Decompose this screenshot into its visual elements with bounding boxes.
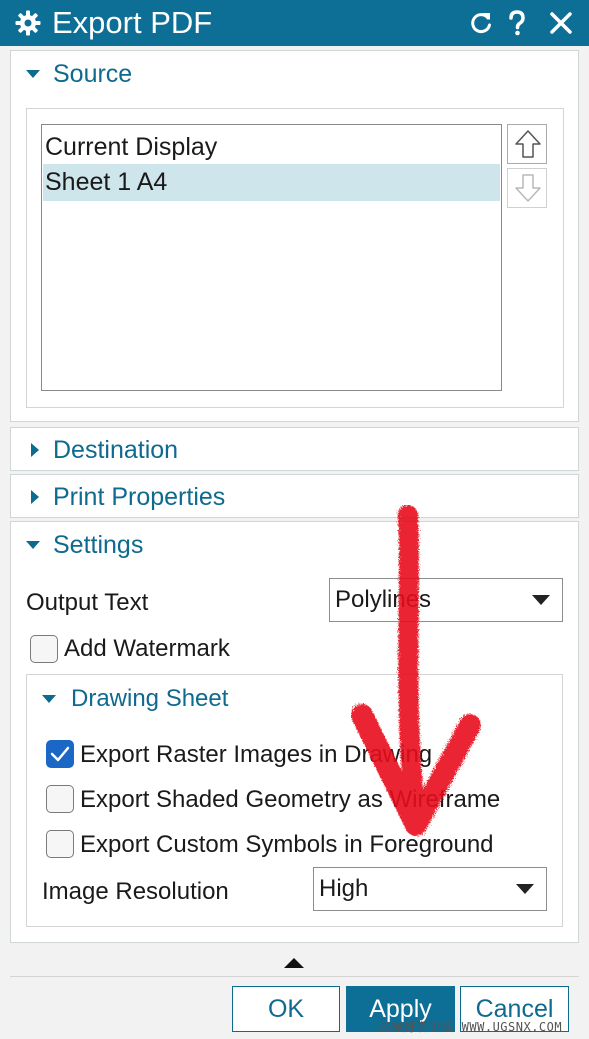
gear-icon[interactable] (14, 9, 42, 37)
print-properties-header-label: Print Properties (53, 483, 226, 511)
annotation-arrow-icon (351, 505, 481, 836)
footer-divider (10, 976, 579, 977)
chevron-down-icon (532, 595, 550, 605)
move-down-button[interactable] (507, 168, 547, 208)
list-item-selected[interactable]: Sheet 1 A4 (43, 164, 500, 201)
add-watermark-checkbox[interactable] (30, 635, 58, 663)
move-up-button[interactable] (507, 124, 547, 164)
expand-triangle-icon (31, 443, 39, 457)
close-icon[interactable] (547, 9, 575, 37)
expand-triangle-icon (31, 490, 39, 504)
arrow-up-icon (515, 130, 541, 158)
reset-icon[interactable] (467, 9, 495, 37)
watermark-text: UG爱好者论坛 WWW.UGSNX.COM (376, 1020, 563, 1034)
export-custom-checkbox[interactable] (46, 830, 74, 858)
source-header-label: Source (53, 60, 133, 88)
settings-header-label: Settings (53, 531, 144, 559)
collapse-triangle-icon (26, 70, 40, 78)
source-header[interactable]: Source (11, 54, 578, 94)
window-title: Export PDF (52, 5, 213, 40)
destination-header-label: Destination (53, 436, 179, 464)
collapse-up-icon[interactable] (283, 957, 305, 969)
drawing-sheet-header-label: Drawing Sheet (71, 685, 229, 712)
add-watermark-label: Add Watermark (64, 635, 230, 662)
collapse-triangle-icon (26, 541, 40, 549)
destination-header[interactable]: Destination (11, 430, 578, 470)
collapse-triangle-icon (42, 695, 56, 703)
source-list[interactable]: Current Display Sheet 1 A4 (41, 124, 502, 391)
title-bar: Export PDF (0, 0, 589, 46)
image-resolution-value: High (319, 875, 369, 902)
destination-panel[interactable]: Destination (10, 427, 579, 471)
output-text-label: Output Text (26, 589, 149, 616)
chevron-down-icon (516, 884, 534, 894)
arrow-down-icon (515, 174, 541, 202)
help-icon[interactable] (503, 9, 531, 37)
checkmark-icon (50, 746, 70, 762)
export-raster-checkbox[interactable] (46, 740, 74, 768)
image-resolution-label: Image Resolution (42, 878, 229, 905)
image-resolution-select[interactable]: High (313, 867, 547, 911)
ok-button[interactable]: OK (232, 986, 340, 1032)
export-shaded-checkbox[interactable] (46, 785, 74, 813)
list-item[interactable]: Current Display (43, 129, 500, 166)
